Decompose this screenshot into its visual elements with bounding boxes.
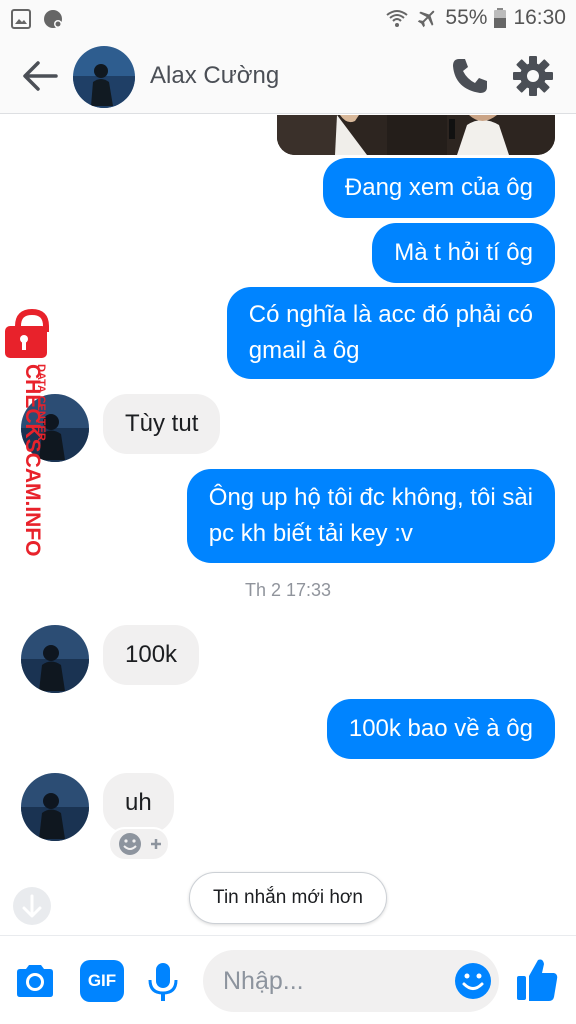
- messenger-notification-icon: [44, 10, 62, 28]
- message-line: Ông up hộ tôi đc không, tôi sài: [208, 484, 533, 511]
- scroll-down-button[interactable]: [13, 887, 51, 925]
- message-line: pc kh biết tải key :v: [208, 520, 413, 547]
- image-notification-icon: [11, 9, 31, 29]
- battery-percent: 55%: [445, 6, 488, 29]
- gif-button[interactable]: GIF: [80, 960, 124, 1002]
- message-line: gmail à ôg: [248, 337, 360, 364]
- outgoing-message[interactable]: 100k bao về à ôg: [326, 699, 555, 759]
- arrow-down-icon: [22, 894, 42, 918]
- back-arrow-icon[interactable]: [20, 58, 60, 94]
- message-input-wrapper[interactable]: [203, 950, 499, 1012]
- composer-bar: GIF: [0, 935, 576, 1024]
- outgoing-message[interactable]: Đang xem của ôg: [322, 158, 555, 218]
- camera-icon[interactable]: [13, 960, 57, 1004]
- wifi-icon: [386, 10, 409, 27]
- microphone-icon[interactable]: [141, 960, 185, 1004]
- contact-name[interactable]: Alax Cường: [150, 62, 279, 90]
- emoji-icon[interactable]: [453, 961, 493, 1001]
- conversation-header: Alax Cường: [0, 38, 576, 114]
- incoming-message[interactable]: Tùy tut: [103, 394, 221, 454]
- add-reaction-button[interactable]: [108, 827, 170, 861]
- shared-photo[interactable]: [277, 115, 555, 155]
- airplane-mode-icon: [418, 10, 435, 28]
- newer-messages-button[interactable]: Tin nhắn mới hơn: [189, 872, 387, 924]
- thumbs-up-icon[interactable]: [514, 956, 560, 1004]
- sender-avatar[interactable]: [21, 773, 89, 841]
- message-input[interactable]: [223, 962, 443, 1000]
- sender-avatar[interactable]: [21, 394, 89, 462]
- phone-icon[interactable]: [450, 56, 490, 96]
- outgoing-message[interactable]: Mà t hỏi tí ôg: [372, 223, 555, 283]
- message-timestamp: Th 2 17:33: [244, 580, 332, 600]
- status-bar: 55% 16:30: [0, 0, 576, 38]
- incoming-message[interactable]: 100k: [103, 625, 200, 685]
- sender-avatar[interactable]: [21, 625, 89, 693]
- contact-avatar[interactable]: [73, 46, 135, 108]
- clock: 16:30: [513, 6, 566, 29]
- outgoing-message[interactable]: Ông up hộ tôi đc không, tôi sài pc kh bi…: [186, 469, 555, 563]
- gear-icon[interactable]: [511, 54, 555, 98]
- incoming-message[interactable]: uh: [103, 773, 174, 833]
- battery-icon: [494, 8, 507, 28]
- message-line: Có nghĩa là acc đó phải có: [248, 301, 533, 328]
- outgoing-message[interactable]: Có nghĩa là acc đó phải có gmail à ôg: [226, 287, 555, 379]
- message-list[interactable]: Đang xem của ôg Mà t hỏi tí ôg Có nghĩa …: [0, 115, 576, 935]
